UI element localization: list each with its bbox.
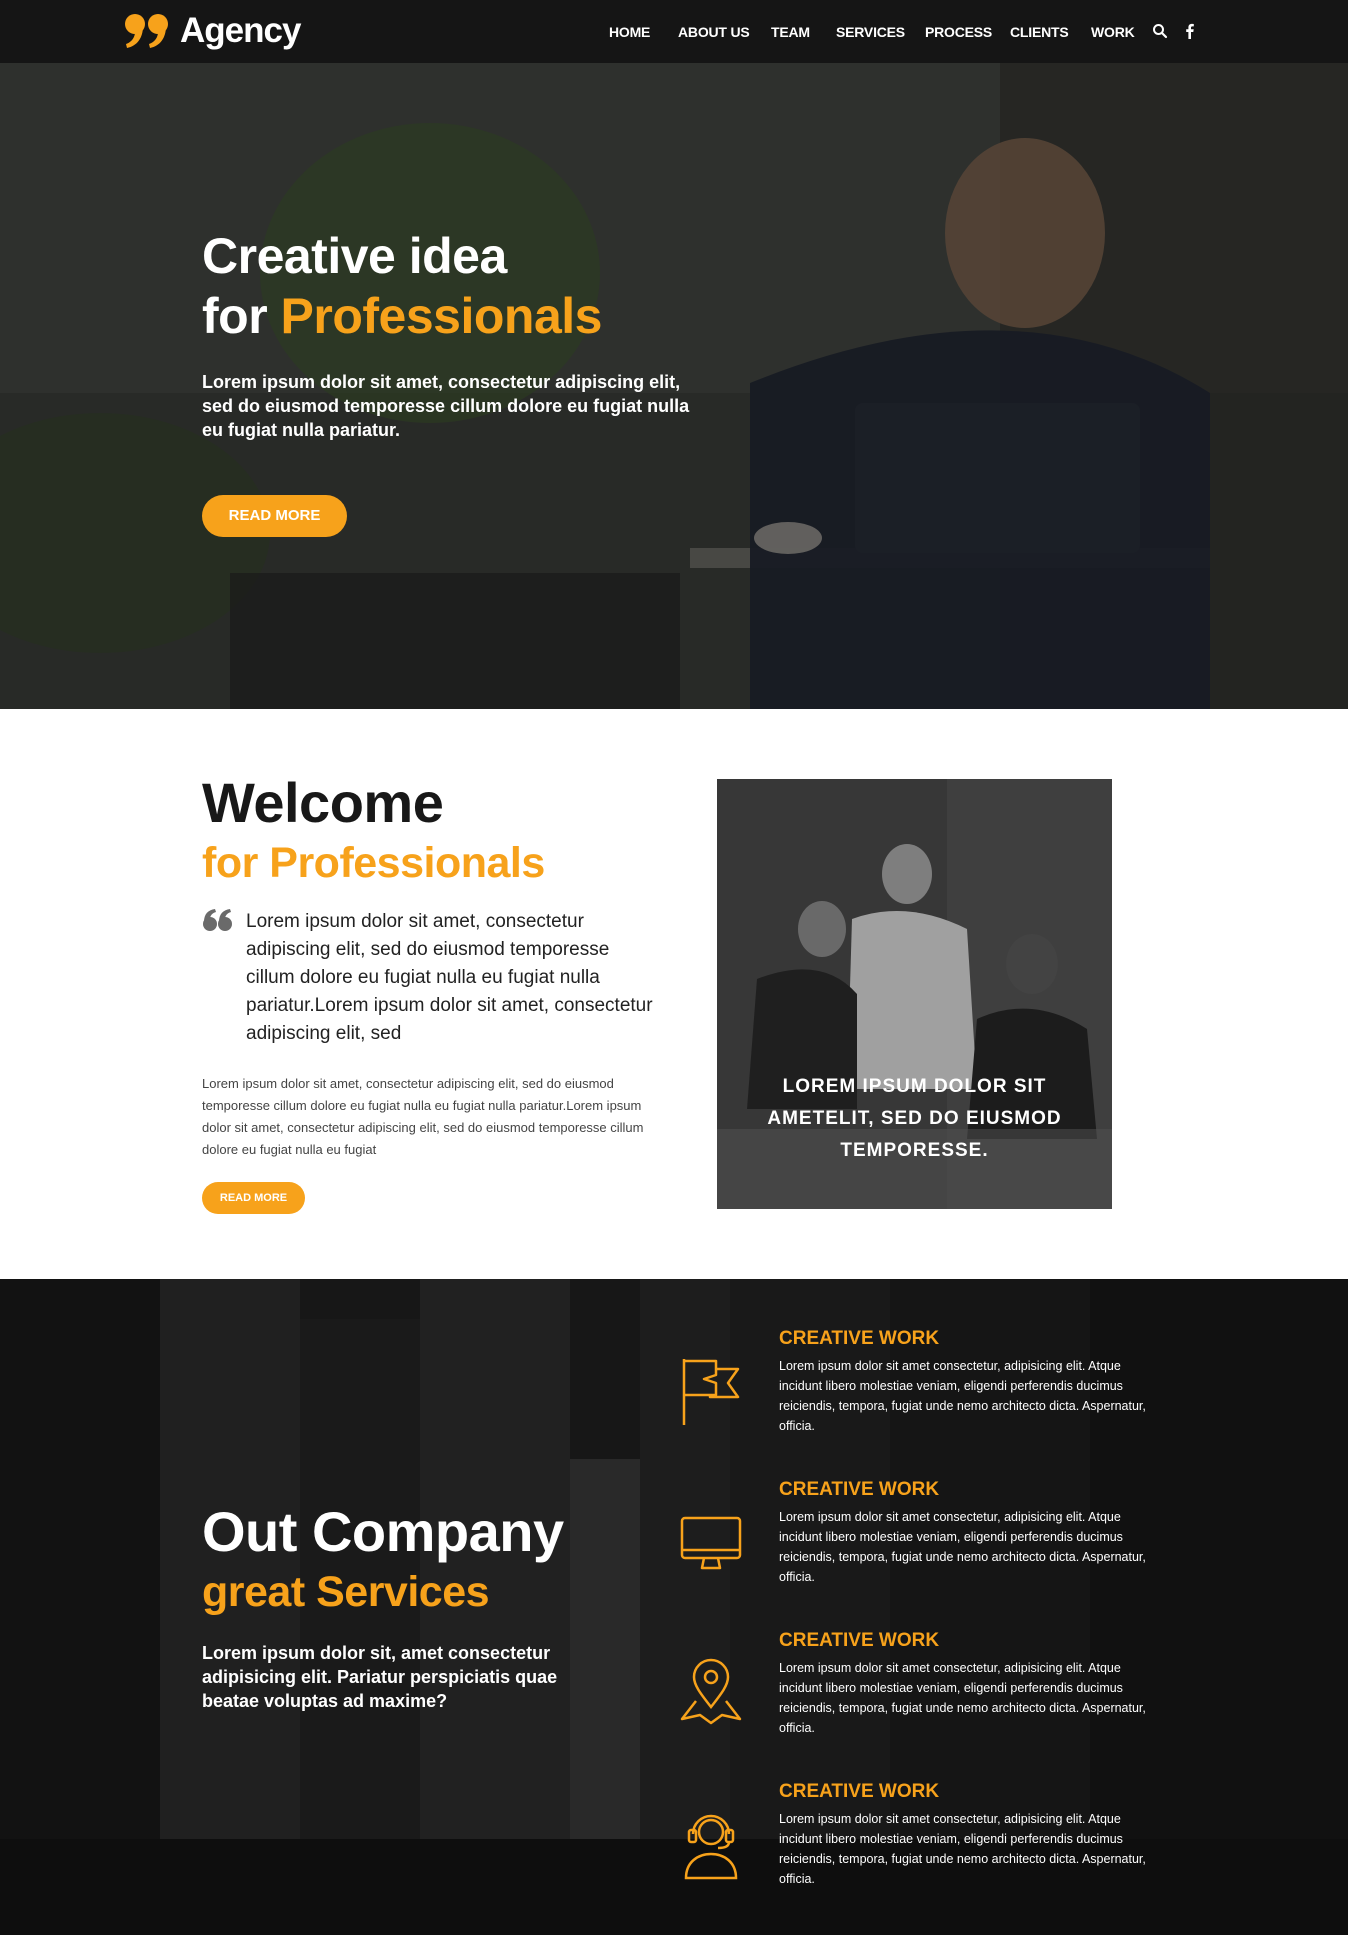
service-title: CREATIVE WORK <box>779 1328 940 1349</box>
nav-team[interactable]: TEAM <box>771 24 810 40</box>
hero-title-for: for <box>202 288 281 344</box>
service-desc: Lorem ipsum dolor sit amet consectetur, … <box>779 1510 1146 1584</box>
hero-title: Creative idea for Professionals <box>202 226 602 346</box>
nav-home[interactable]: HOME <box>609 24 650 40</box>
nav-process[interactable]: PROCESS <box>925 24 992 40</box>
services-title: Out Company <box>202 1500 564 1563</box>
welcome-body: Lorem ipsum dolor sit amet, consectetur … <box>202 1076 644 1157</box>
nav-services[interactable]: SERVICES <box>836 24 905 40</box>
hero-read-more-button[interactable]: READ MORE <box>202 495 347 537</box>
services-section: Out Company great Services Lorem ipsum d… <box>0 1279 1348 1935</box>
nav-clients[interactable]: CLIENTS <box>1010 24 1069 40</box>
service-desc: Lorem ipsum dolor sit amet consectetur, … <box>779 1812 1146 1886</box>
hero-text: Lorem ipsum dolor sit amet, consectetur … <box>202 372 690 440</box>
monitor-icon <box>680 1516 742 1570</box>
quote-mark-logo-icon <box>125 14 168 48</box>
welcome-quote: Lorem ipsum dolor sit amet, consectetur … <box>246 911 653 1044</box>
logo[interactable]: Agency <box>124 10 301 52</box>
service-desc: Lorem ipsum dolor sit amet consectetur, … <box>779 1359 1146 1433</box>
services-subtitle: great Services <box>202 1568 490 1616</box>
service-item: CREATIVE WORK Lorem ipsum dolor sit amet… <box>680 1327 1150 1447</box>
hero-title-accent: Professionals <box>280 288 603 344</box>
navbar: Agency HOME ABOUT US TEAM SERVICES PROCE… <box>0 0 1348 63</box>
service-item: CREATIVE WORK Lorem ipsum dolor sit amet… <box>680 1478 1150 1598</box>
quote-icon <box>203 909 232 931</box>
welcome-read-more-button[interactable]: READ MORE <box>202 1182 305 1214</box>
facebook-icon[interactable] <box>1182 23 1198 39</box>
flag-icon <box>682 1359 740 1425</box>
team-photo: LOREM IPSUM DOLOR SIT AMETELIT, SED DO E… <box>717 779 1112 1209</box>
service-item: CREATIVE WORK Lorem ipsum dolor sit amet… <box>680 1780 1150 1900</box>
welcome-section: Welcome for Professionals Lorem ipsum do… <box>0 709 1348 1279</box>
brand-name: Agency <box>180 11 301 50</box>
search-icon[interactable] <box>1152 23 1168 39</box>
welcome-title: Welcome <box>202 771 444 834</box>
services-text: Lorem ipsum dolor sit, amet consectetur … <box>202 1643 558 1711</box>
service-title: CREATIVE WORK <box>779 1781 940 1802</box>
nav-about-us[interactable]: ABOUT US <box>678 24 750 40</box>
service-title: CREATIVE WORK <box>779 1630 940 1651</box>
service-title: CREATIVE WORK <box>779 1479 940 1500</box>
service-desc: Lorem ipsum dolor sit amet consectetur, … <box>779 1661 1146 1735</box>
welcome-subtitle: for Professionals <box>202 839 545 887</box>
hero-title-line1: Creative idea <box>202 228 507 284</box>
service-item: CREATIVE WORK Lorem ipsum dolor sit amet… <box>680 1629 1150 1749</box>
nav-work[interactable]: WORK <box>1091 24 1135 40</box>
headset-icon <box>684 1814 738 1880</box>
hero-section: Creative idea for Professionals Lorem ip… <box>0 63 1348 709</box>
map-pin-icon <box>680 1658 742 1725</box>
team-photo-caption: LOREM IPSUM DOLOR SIT AMETELIT, SED DO E… <box>767 1076 1062 1161</box>
